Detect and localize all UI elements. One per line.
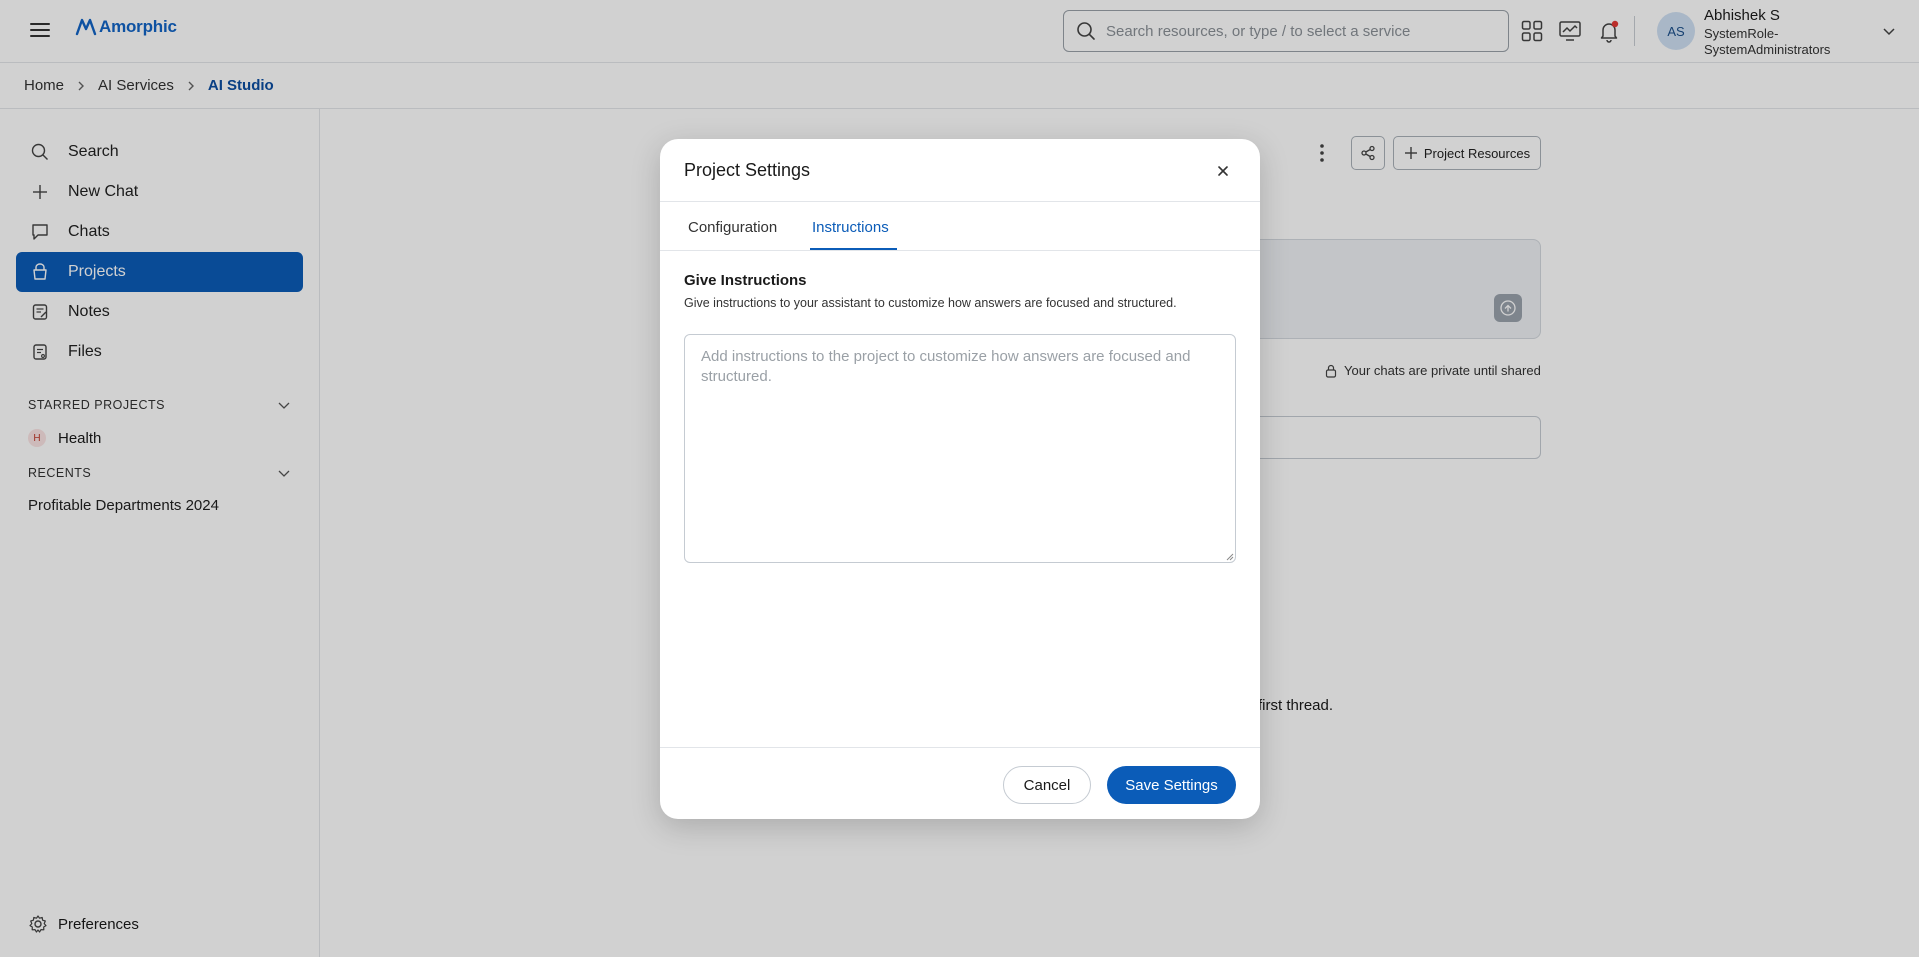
- instructions-description: Give instructions to your assistant to c…: [684, 296, 1177, 310]
- tab-instructions[interactable]: Instructions: [812, 219, 889, 236]
- instructions-textarea[interactable]: [684, 334, 1236, 563]
- instructions-heading: Give Instructions: [684, 272, 807, 289]
- save-settings-button[interactable]: Save Settings: [1107, 766, 1236, 804]
- resize-handle-icon[interactable]: [1226, 553, 1234, 561]
- tab-configuration[interactable]: Configuration: [688, 219, 777, 236]
- dialog-title: Project Settings: [684, 160, 811, 180]
- divider: [660, 747, 1260, 748]
- project-settings-dialog: Project Settings Configuration Instructi…: [660, 139, 1260, 819]
- close-icon[interactable]: [1213, 161, 1233, 181]
- cancel-button[interactable]: Cancel: [1003, 766, 1091, 804]
- divider: [660, 201, 1260, 202]
- divider: [660, 250, 1260, 251]
